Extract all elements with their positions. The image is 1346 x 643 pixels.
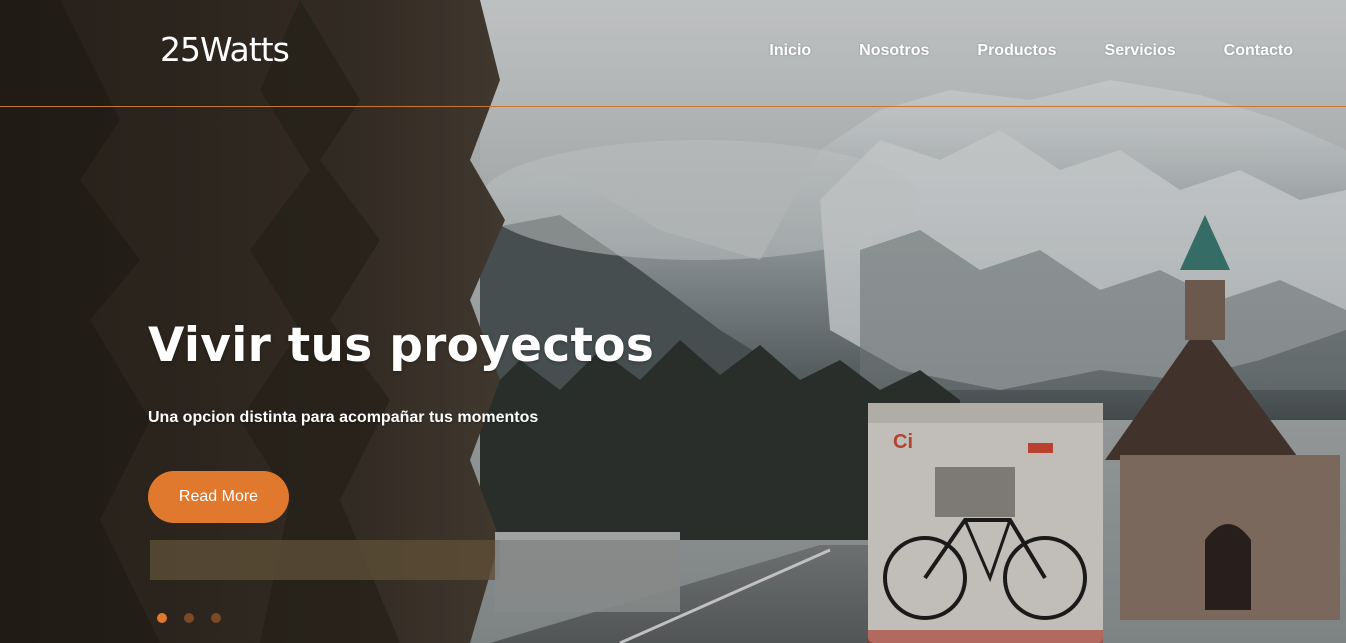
- slider-dot-2[interactable]: [184, 613, 194, 623]
- slider-pagination: [157, 613, 238, 623]
- slider-dot-3[interactable]: [211, 613, 221, 623]
- hero-title: Vivir tus proyectos: [148, 318, 655, 373]
- brand-logo[interactable]: 25Watts: [160, 30, 290, 69]
- hero-section: Ci 25Watts Inicio Nosotros Productos Ser…: [0, 0, 1346, 643]
- nav-item-servicios[interactable]: Servicios: [1105, 42, 1176, 60]
- slider-dot-1[interactable]: [157, 613, 167, 623]
- main-nav: Inicio Nosotros Productos Servicios Cont…: [721, 42, 1293, 60]
- read-more-button[interactable]: Read More: [148, 471, 289, 523]
- site-header: 25Watts Inicio Nosotros Productos Servic…: [0, 0, 1346, 107]
- hero-subtitle: Una opcion distinta para acompañar tus m…: [148, 409, 539, 426]
- nav-item-nosotros[interactable]: Nosotros: [859, 42, 929, 60]
- nav-item-productos[interactable]: Productos: [977, 42, 1056, 60]
- nav-item-contacto[interactable]: Contacto: [1224, 42, 1293, 60]
- nav-item-inicio[interactable]: Inicio: [769, 42, 811, 60]
